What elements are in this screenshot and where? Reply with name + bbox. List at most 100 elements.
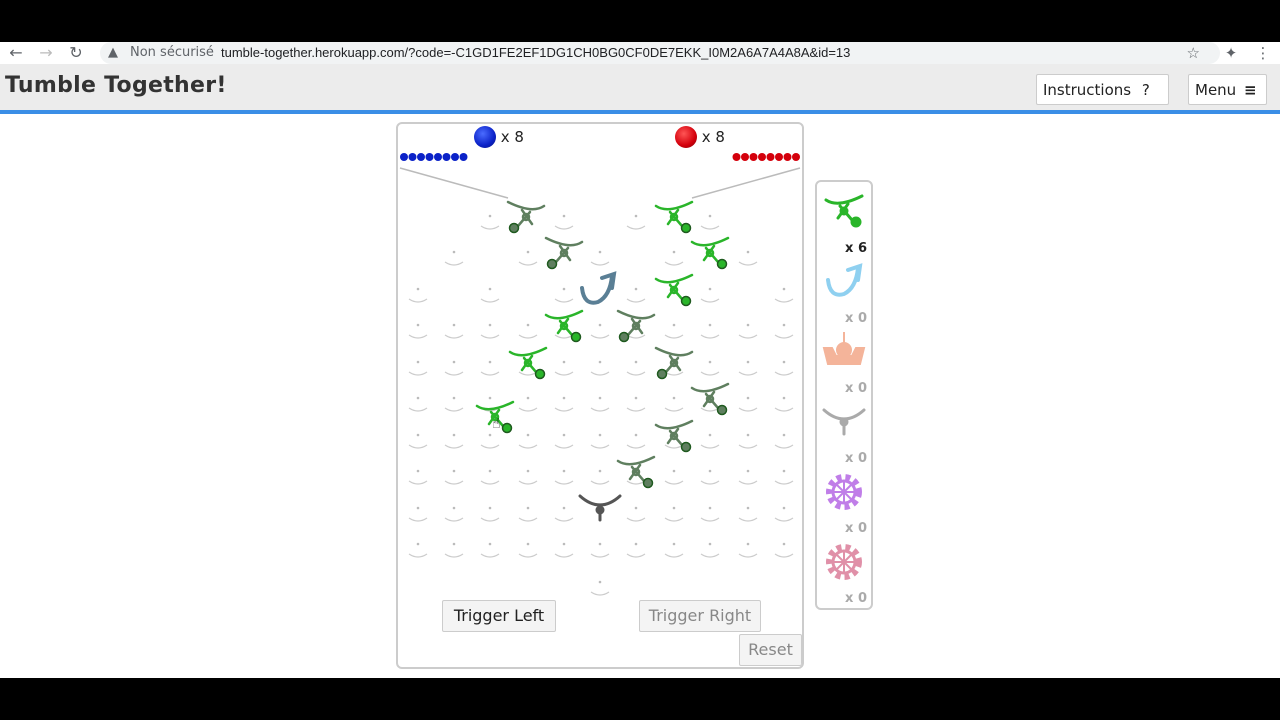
- peg: [452, 323, 456, 327]
- empty-slot: [518, 553, 538, 558]
- peg: [746, 360, 750, 364]
- red-count: x 8: [701, 128, 725, 146]
- reset-button[interactable]: Reset: [739, 634, 802, 666]
- game-board[interactable]: ☝ x 8 x 8 Trigger Left Trigger Right Res…: [396, 122, 804, 669]
- empty-slot: [626, 553, 646, 558]
- peg: [782, 323, 786, 327]
- ramp-piece[interactable]: [690, 382, 730, 416]
- red-queue-marble: [775, 153, 783, 161]
- bit-piece[interactable]: [578, 494, 622, 522]
- peg: [634, 396, 638, 400]
- peg: [598, 323, 602, 327]
- peg: [634, 506, 638, 510]
- ramp-piece[interactable]: [544, 309, 584, 343]
- empty-slot: [700, 371, 720, 376]
- empty-slot: [590, 444, 610, 449]
- peg: [672, 542, 676, 546]
- peg: [452, 433, 456, 437]
- back-arrow-icon[interactable]: ←: [5, 42, 27, 64]
- peg: [526, 542, 530, 546]
- empty-slot: [480, 480, 500, 485]
- empty-slot: [664, 553, 684, 558]
- part-gear-bit[interactable]: x 0: [817, 536, 871, 606]
- empty-slot: [480, 298, 500, 303]
- left-chute: [399, 167, 509, 199]
- red-marble-counter: x 8: [675, 126, 725, 148]
- ramp-piece[interactable]: [654, 273, 694, 307]
- empty-slot: [664, 371, 684, 376]
- gear-bit-count: x 0: [845, 591, 867, 606]
- blue-queue-marble: [425, 153, 434, 161]
- trigger-right-button[interactable]: Trigger Right: [639, 600, 761, 632]
- empty-slot: [590, 371, 610, 376]
- empty-slot: [408, 407, 428, 412]
- peg: [562, 287, 566, 291]
- part-crossover[interactable]: x 0: [817, 256, 871, 326]
- peg: [672, 250, 676, 254]
- parts-panel: x 6 x 0 x 0 x 0 x 0 x 0: [815, 180, 873, 610]
- empty-slot: [590, 553, 610, 558]
- peg: [526, 506, 530, 510]
- empty-slot: [664, 334, 684, 339]
- page: Tumble Together! Instructions ? Menu ≡ ☝…: [0, 64, 1280, 678]
- ramp-piece[interactable]: [544, 236, 584, 270]
- menu-button[interactable]: Menu ≡: [1188, 74, 1267, 105]
- ramp-piece[interactable]: [616, 309, 656, 343]
- peg: [746, 506, 750, 510]
- crossover-piece[interactable]: [580, 271, 617, 305]
- empty-slot: [518, 371, 538, 376]
- peg: [782, 396, 786, 400]
- blue-queue-marble: [400, 153, 408, 161]
- empty-slot: [408, 517, 428, 522]
- peg: [708, 323, 712, 327]
- part-bit[interactable]: x 0: [817, 396, 871, 466]
- address-bar[interactable]: ▲ Non sécurisé tumble-together.herokuapp…: [100, 42, 1220, 64]
- gear-bit-part-icon: [826, 544, 862, 580]
- ramp-piece[interactable]: [690, 236, 730, 270]
- app-header: Tumble Together! Instructions ? Menu ≡: [0, 64, 1280, 114]
- peg: [526, 323, 530, 327]
- forward-arrow-icon[interactable]: →: [35, 42, 57, 64]
- extensions-puzzle-icon[interactable]: ✦: [1220, 42, 1242, 64]
- board-canvas[interactable]: ☝: [398, 124, 802, 667]
- crossover-part-icon: [826, 263, 863, 297]
- instructions-button[interactable]: Instructions ?: [1036, 74, 1169, 105]
- reload-icon[interactable]: ↻: [65, 42, 87, 64]
- url-text[interactable]: tumble-together.herokuapp.com/?code=-C1G…: [221, 42, 850, 64]
- empty-slot: [700, 444, 720, 449]
- empty-slot: [774, 480, 794, 485]
- peg: [634, 433, 638, 437]
- peg: [452, 542, 456, 546]
- ramp-piece[interactable]: [508, 346, 548, 380]
- peg: [708, 287, 712, 291]
- ramp-piece[interactable]: [654, 200, 694, 234]
- empty-slot: [700, 407, 720, 412]
- bookmark-star-icon[interactable]: ☆: [1187, 42, 1200, 64]
- peg: [782, 542, 786, 546]
- empty-slot: [590, 591, 610, 596]
- blue-queue-marble: [451, 153, 459, 161]
- video-letterbox-bottom: [0, 678, 1280, 720]
- empty-slot: [700, 553, 720, 558]
- part-gear[interactable]: x 0: [817, 466, 871, 536]
- peg: [562, 360, 566, 364]
- blue-count: x 8: [500, 128, 524, 146]
- ramp-piece[interactable]: [654, 419, 694, 453]
- ramp-piece[interactable]: [506, 200, 546, 234]
- empty-slot: [774, 371, 794, 376]
- ramp-piece[interactable]: [616, 455, 656, 489]
- ramp-piece[interactable]: [654, 346, 694, 380]
- empty-slot: [480, 334, 500, 339]
- empty-slot: [626, 334, 646, 339]
- peg: [598, 360, 602, 364]
- peg: [562, 469, 566, 473]
- peg: [746, 469, 750, 473]
- part-interceptor[interactable]: x 0: [817, 326, 871, 396]
- browser-menu-icon[interactable]: ⋮: [1252, 42, 1274, 64]
- peg: [782, 360, 786, 364]
- part-ramp[interactable]: x 6: [817, 186, 871, 256]
- blue-queue-marble: [459, 153, 468, 161]
- peg: [746, 396, 750, 400]
- empty-slot: [480, 444, 500, 449]
- trigger-left-button[interactable]: Trigger Left: [442, 600, 556, 632]
